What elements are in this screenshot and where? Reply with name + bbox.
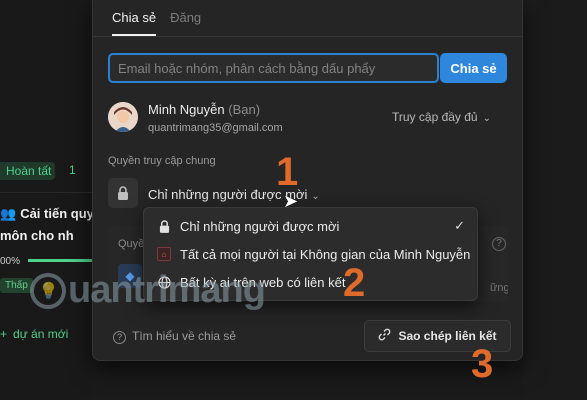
share-button[interactable]: Chia sẻ: [440, 53, 507, 83]
lock-icon: [154, 219, 174, 233]
step-marker-1: 1: [276, 150, 299, 194]
watermark-logo-icon: 💡: [30, 272, 66, 309]
invite-input[interactable]: [108, 53, 439, 83]
teamspace-side-text: ững có: [490, 282, 508, 294]
question-icon: ?: [113, 331, 126, 344]
link-icon: [378, 328, 391, 344]
workspace-icon: ⌂: [154, 247, 174, 261]
step-marker-2: 2: [343, 261, 366, 305]
people-icon: 👥: [0, 206, 17, 221]
lock-icon: [108, 178, 138, 208]
tab-publish[interactable]: Đăng: [170, 10, 201, 36]
general-access-label: Quyền truy cập chung: [108, 155, 216, 167]
share-tabs: Chia sẻ Đăng: [112, 10, 201, 36]
priority-badge: Thấp: [0, 278, 33, 293]
tab-share[interactable]: Chia sẻ: [112, 10, 157, 36]
plus-icon: +: [0, 327, 8, 341]
watermark: 💡 uantrimang: [30, 269, 266, 312]
chevron-down-icon: ⌄: [311, 191, 320, 202]
tabs-divider: [93, 36, 522, 37]
checkmark-icon: ✓: [454, 218, 465, 233]
user-you-label: (Bạn): [228, 102, 261, 117]
status-badge[interactable]: Hoàn tất: [0, 162, 56, 180]
option-invited-only[interactable]: Chỉ những người được mời ✓: [144, 212, 477, 240]
teamspace-access-label: Quyề: [118, 238, 145, 250]
access-level-select[interactable]: Truy cập đầy đủ ⌄: [392, 110, 491, 124]
progress-label: 00%: [0, 256, 21, 267]
background-right-panel: [522, 0, 587, 400]
option-workspace[interactable]: ⌂ Tất cả mọi người tại Không gian của Mi…: [144, 240, 477, 268]
chevron-down-icon: ⌄: [482, 113, 491, 124]
progress-fill: [28, 259, 98, 262]
progress-bar: [28, 259, 98, 262]
learn-more-label: Tìm hiểu về chia sẻ: [132, 329, 237, 343]
step-marker-3: 3: [471, 342, 494, 386]
copy-link-label: Sao chép liên kết: [398, 329, 497, 343]
new-project-label: dự án mới: [13, 327, 69, 341]
watermark-text: uantrimang: [68, 269, 266, 311]
user-name-text: Minh Nguyễn: [148, 102, 225, 117]
avatar: [108, 102, 138, 132]
user-email: quantrimang35@gmail.com: [148, 122, 283, 134]
mouse-cursor-icon: ➤: [283, 191, 299, 211]
user-name: Minh Nguyễn (Bạn): [148, 102, 260, 117]
new-project-link[interactable]: + dự án mới: [0, 327, 68, 341]
help-icon[interactable]: ?: [492, 237, 506, 251]
option-label: Chỉ những người được mời: [180, 218, 340, 234]
option-label: Tất cả mọi người tại Không gian của Minh…: [180, 246, 471, 262]
access-level-label: Truy cập đầy đủ: [392, 110, 478, 124]
status-count: 1: [69, 163, 76, 177]
learn-more-link[interactable]: ? Tìm hiểu về chia sẻ: [113, 329, 236, 344]
